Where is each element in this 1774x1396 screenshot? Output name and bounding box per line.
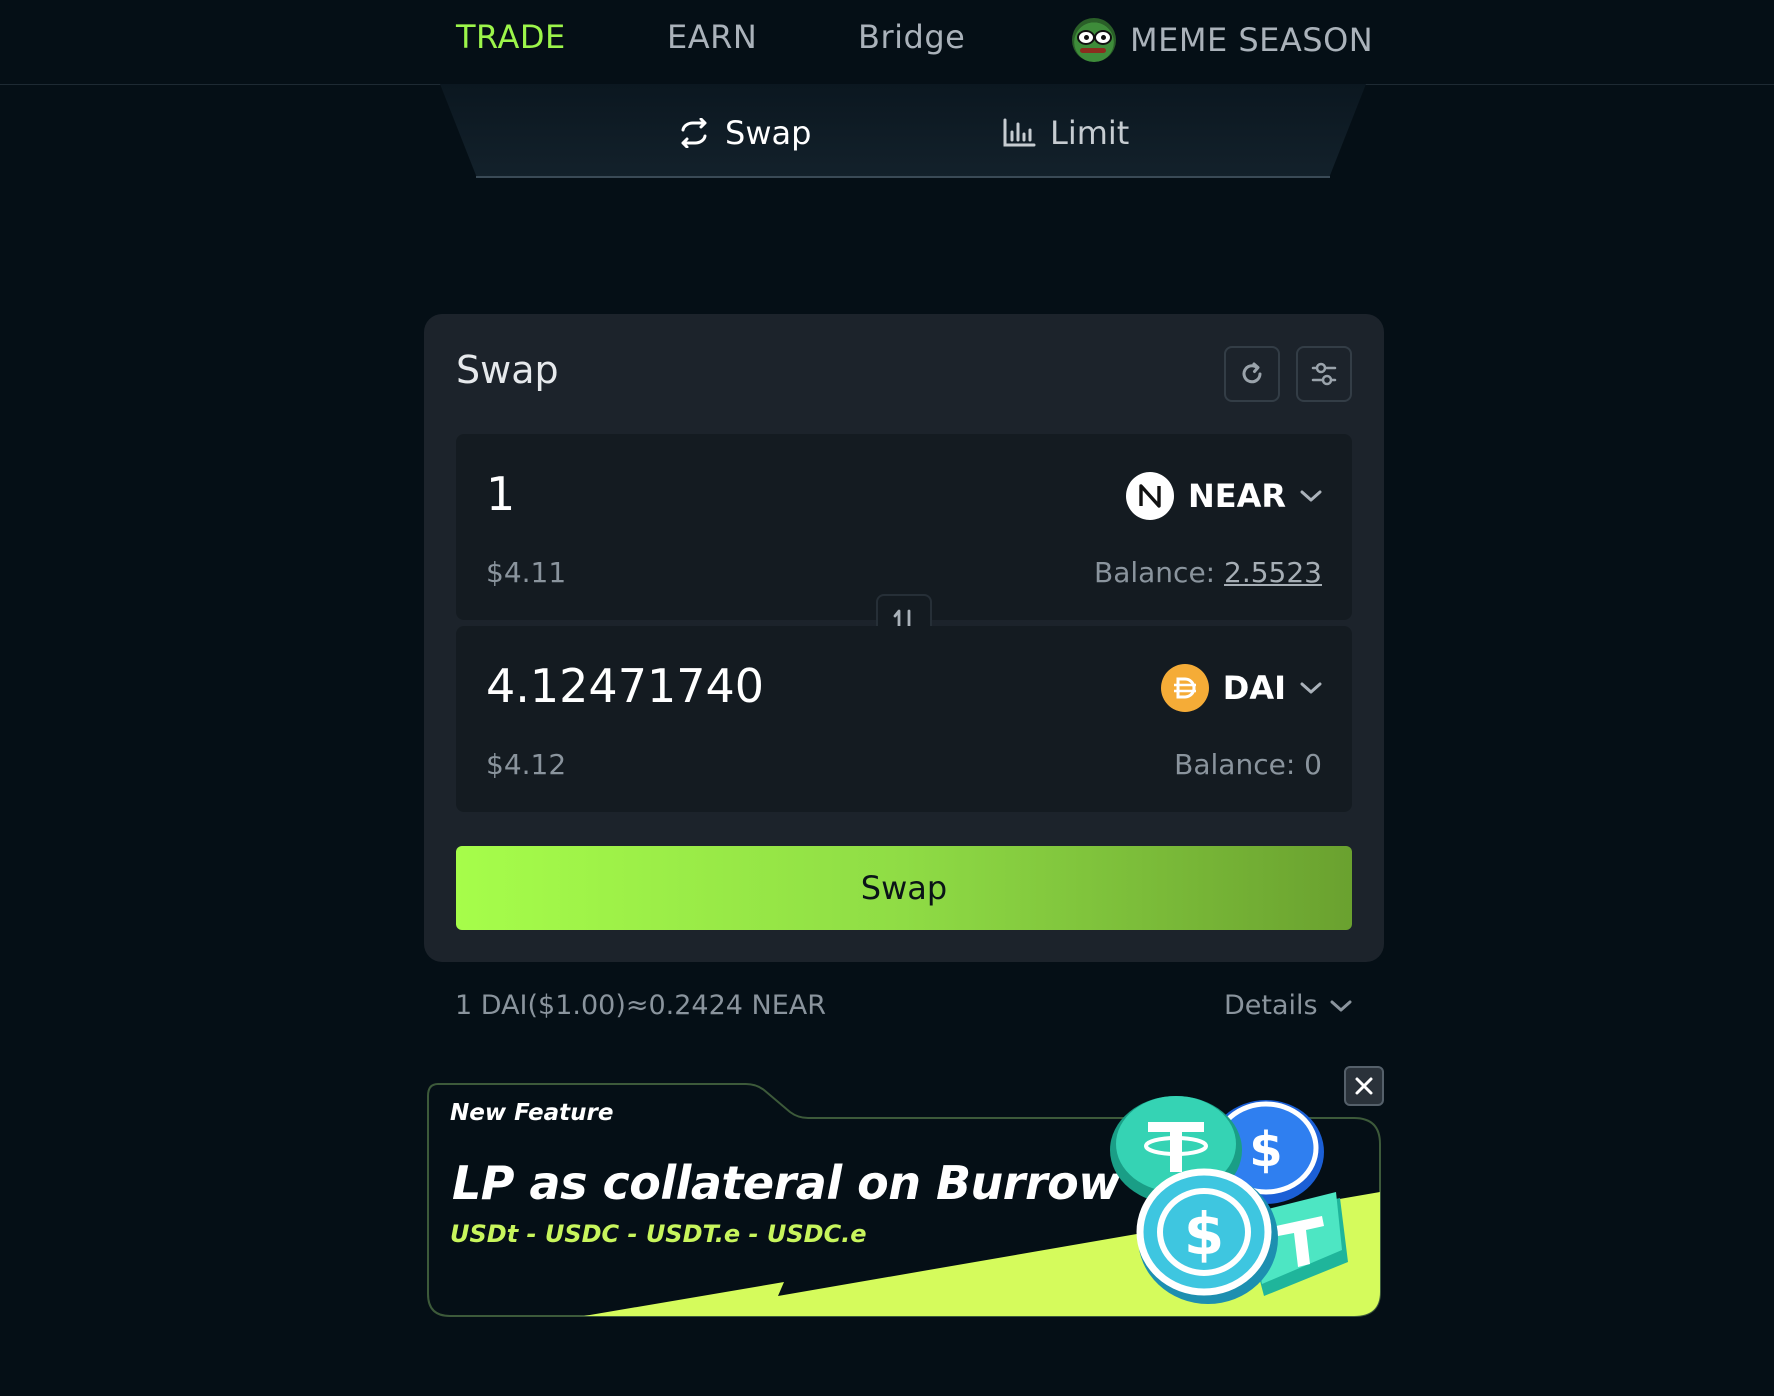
dai-token-icon	[1160, 664, 1209, 712]
to-token-symbol: DAI	[1222, 669, 1286, 707]
tab-limit[interactable]: Limit	[1002, 114, 1129, 152]
from-token-selector[interactable]: NEAR	[1125, 472, 1322, 520]
swap-arrows-icon	[681, 118, 707, 148]
nav-meme-label: MEME SEASON	[1130, 21, 1374, 59]
to-balance-value: 0	[1304, 748, 1322, 781]
from-panel: NEAR $4.11 Balance: 2.5523	[456, 434, 1352, 620]
tab-swap-label: Swap	[725, 114, 812, 152]
from-balance: Balance: 2.5523	[1094, 556, 1322, 589]
chevron-down-icon	[1300, 490, 1322, 502]
to-amount-input[interactable]	[486, 656, 1046, 716]
to-token-selector[interactable]: DAI	[1160, 664, 1322, 712]
tab-underline	[476, 176, 1330, 178]
chevron-down-icon	[1300, 682, 1322, 694]
banner-tag: New Feature	[450, 1100, 614, 1126]
near-token-icon	[1125, 472, 1174, 520]
from-usd-value: $4.11	[486, 556, 567, 589]
nav-bridge[interactable]: Bridge	[858, 18, 965, 56]
svg-text:$: $	[1249, 1122, 1282, 1178]
nav-earn[interactable]: EARN	[667, 18, 757, 56]
frog-icon	[1072, 18, 1116, 62]
nav-trade[interactable]: TRADE	[456, 18, 566, 56]
svg-text:$: $	[1184, 1200, 1224, 1268]
banner-tokens: USDt - USDC - USDT.e - USDC.e	[450, 1220, 867, 1248]
to-panel: DAI $4.12 Balance: 0	[456, 626, 1352, 812]
sliders-icon	[1311, 362, 1337, 386]
from-amount-input[interactable]	[486, 464, 1046, 524]
promo-banner[interactable]: New Feature LP as collateral on Burrow U…	[424, 1066, 1384, 1318]
trade-mode-tabs: Swap Limit	[440, 84, 1366, 178]
top-nav: TRADE EARN Bridge MEME SEASON	[0, 0, 1774, 85]
refresh-icon	[1242, 362, 1262, 384]
card-title: Swap	[456, 348, 559, 392]
banner-headline: LP as collateral on Burrow	[452, 1156, 1121, 1210]
details-label: Details	[1224, 990, 1318, 1021]
nav-meme-season[interactable]: MEME SEASON	[1072, 18, 1373, 62]
stablecoins-illustration: $ $	[1110, 1096, 1348, 1304]
to-balance-label: Balance:	[1174, 748, 1296, 781]
chevron-down-icon	[1330, 1000, 1352, 1011]
to-balance: Balance: 0	[1174, 748, 1322, 781]
settings-button[interactable]	[1296, 346, 1352, 402]
swap-card: Swap NEAR $4.11 Balance:	[424, 314, 1384, 962]
from-balance-label: Balance:	[1094, 556, 1216, 589]
details-toggle[interactable]: Details	[1224, 990, 1352, 1021]
refresh-button[interactable]	[1224, 346, 1280, 402]
tab-limit-label: Limit	[1050, 114, 1130, 152]
swap-button[interactable]: Swap	[456, 846, 1352, 930]
tab-swap[interactable]: Swap	[677, 114, 811, 152]
chart-icon	[1003, 118, 1036, 147]
to-usd-value: $4.12	[486, 748, 567, 781]
from-balance-value[interactable]: 2.5523	[1224, 556, 1322, 589]
from-token-symbol: NEAR	[1187, 477, 1286, 515]
exchange-rate: 1 DAI($1.00)≈0.2424 NEAR	[455, 990, 827, 1021]
